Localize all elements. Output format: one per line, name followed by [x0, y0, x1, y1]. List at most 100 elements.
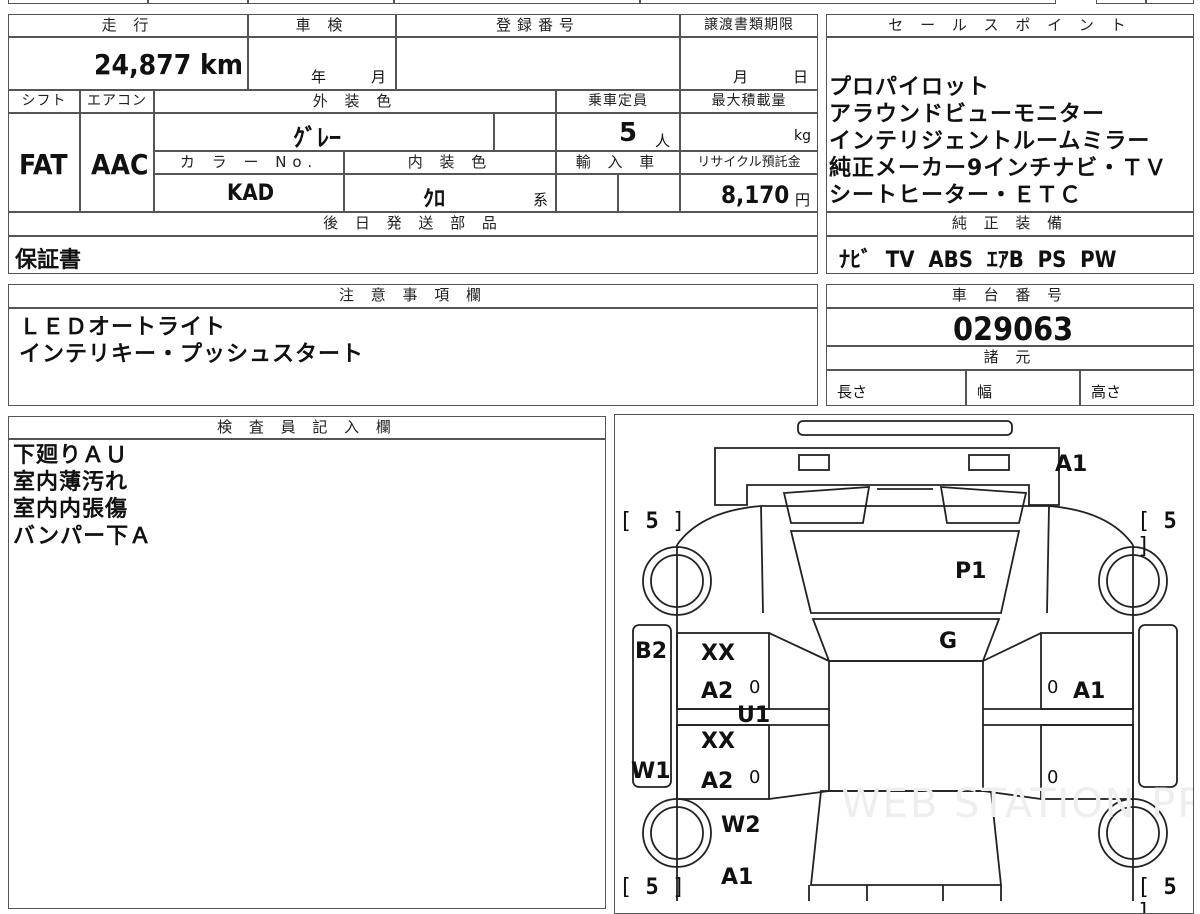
interior-color-header: 内 装 色	[344, 151, 556, 174]
tire-mark-value: 5	[645, 875, 659, 900]
code-left-center: U1	[737, 703, 771, 728]
aircon-cell: AAC	[80, 113, 154, 212]
tire-mark-front-right: [ 5 ]	[1137, 509, 1177, 559]
capacity-value: 5	[619, 118, 638, 148]
color-no-cell: KAD	[154, 174, 344, 212]
standard-equipment-header: 純 正 装 備	[826, 212, 1194, 236]
inspector-item: 下廻りＡＵ	[13, 443, 129, 468]
zero-mark: 0	[1047, 767, 1059, 788]
exterior-color-value: ｸﾞﾚｰ	[293, 124, 341, 152]
code-left-fender: B2	[635, 639, 668, 664]
zero-mark: 0	[1047, 677, 1059, 698]
month-unit: 月	[371, 68, 387, 86]
tire-mark-value: 5	[1163, 509, 1177, 534]
code-left-front-door-1: XX	[701, 641, 735, 666]
sales-point-list: プロパイロット アラウンドビューモニター インテリジェントルームミラー 純正メー…	[829, 74, 1167, 209]
recycle-amount: 8,170	[721, 181, 790, 209]
sales-point-header: セ ー ル ス ポ イ ン ト	[826, 14, 1194, 37]
code-left-rear-door-1: XX	[701, 729, 735, 754]
aircon-header: エアコン	[80, 90, 154, 113]
specs-header: 諸 元	[826, 346, 1194, 370]
recycle-cell: 8,170 円	[680, 174, 818, 212]
mileage-value: 24,877 km	[94, 48, 243, 81]
code-front-bumper: A1	[1055, 452, 1088, 477]
code-windshield: G	[939, 629, 958, 654]
tire-mark-front-left: [ 5 ]	[619, 509, 686, 534]
exterior-color-header: 外 装 色	[154, 90, 556, 113]
mileage-cell: 24,877 km	[8, 37, 248, 90]
notes-item: ＬＥＤオートライト	[19, 315, 227, 340]
cut-cell	[394, 0, 640, 4]
interior-color-cell: ｸﾛ 系	[344, 174, 556, 212]
car-diagram: WEB STATION PRO [ 5 ] [ 5 ] [ 5 ] [ 5 ] …	[614, 414, 1194, 914]
transfer-deadline-cell: 月 日	[680, 37, 818, 90]
tire-mark-rear-right: [ 5 ]	[1137, 875, 1177, 914]
tire-mark-value: 5	[645, 509, 659, 534]
shift-cell: FAT	[8, 113, 80, 212]
inspector-item: バンパー下Ａ	[13, 524, 153, 549]
inspection-cell: 年 月	[248, 37, 396, 90]
chassis-cell: 029063	[826, 308, 1194, 348]
interior-suffix: 系	[533, 191, 549, 209]
tire-mark-value: 5	[1163, 875, 1177, 900]
max-load-header: 最大積載量	[680, 90, 818, 113]
import-header: 輸 入 車	[556, 151, 680, 174]
inspection-header: 車 検	[248, 14, 396, 37]
transfer-deadline-header: 譲渡書類期限	[680, 14, 818, 37]
height-label: 高さ	[1091, 383, 1122, 401]
import-cell-2	[618, 174, 680, 212]
cut-cell	[640, 0, 1056, 4]
exterior-color-cell: ｸﾞﾚｰ	[154, 113, 494, 152]
standard-equipment-value: ﾅﾋﾞ TV ABS ｴｱB PS PW	[839, 248, 1117, 273]
width-cell: 幅	[966, 370, 1080, 406]
notes-item: インテリキー・プッシュスタート	[19, 342, 365, 367]
shift-header: シフト	[8, 90, 80, 113]
watermark: WEB STATION PRO	[841, 781, 1193, 827]
inspector-item: 室内内張傷	[13, 497, 129, 522]
code-rear-bumper: A1	[721, 865, 754, 890]
code-hood: P1	[955, 559, 987, 584]
inspector-item: 室内薄汚れ	[13, 470, 129, 495]
standard-equipment-cell: ﾅﾋﾞ TV ABS ｴｱB PS PW	[826, 236, 1194, 274]
shift-value: FAT	[19, 148, 68, 181]
chassis-header: 車 台 番 号	[826, 284, 1194, 308]
inspector-header: 検 査 員 記 入 欄	[8, 416, 606, 439]
aircon-value: AAC	[91, 148, 149, 181]
cut-cell	[1096, 0, 1194, 4]
max-load-unit: kg	[794, 128, 811, 144]
import-cell-1	[556, 174, 618, 212]
capacity-unit: 人	[655, 132, 671, 150]
sales-point-item: インテリジェントルームミラー	[829, 129, 1151, 154]
sales-point-item: アラウンドビューモニター	[829, 102, 1106, 127]
interior-color-value: ｸﾛ	[423, 187, 446, 212]
later-parts-value: 保証書	[15, 248, 82, 273]
color-no-value: KAD	[227, 181, 275, 206]
zero-mark: 0	[749, 677, 761, 698]
notes-list: ＬＥＤオートライト インテリキー・プッシュスタート	[19, 314, 364, 368]
code-left-rear-door-2: A2	[701, 769, 734, 794]
cut-cell	[148, 0, 248, 4]
code-left-front-door-2: A2	[701, 679, 734, 704]
later-parts-cell: 保証書	[8, 236, 818, 274]
sales-point-item: シートヒーター・ＥＴＣ	[829, 183, 1083, 208]
zero-mark: 0	[749, 767, 761, 788]
max-load-cell: kg	[680, 113, 818, 151]
registration-header: 登録番号	[396, 14, 680, 37]
color-no-header: カ ラ ー No.	[154, 151, 344, 174]
capacity-cell: 5 人	[556, 113, 680, 151]
tire-mark-rear-left: [ 5 ]	[619, 875, 686, 900]
capacity-header: 乗車定員	[556, 90, 680, 113]
notes-header: 注 意 事 項 欄	[8, 284, 818, 308]
sales-point-body: プロパイロット アラウンドビューモニター インテリジェントルームミラー 純正メー…	[826, 37, 1194, 212]
sales-point-item: プロパイロット	[829, 75, 991, 100]
code-right-front-door: A1	[1073, 679, 1106, 704]
width-label: 幅	[977, 383, 993, 401]
length-cell: 長さ	[826, 370, 966, 406]
recycle-header: リサイクル預託金	[680, 151, 818, 174]
notes-body: ＬＥＤオートライト インテリキー・プッシュスタート	[8, 308, 818, 406]
code-left-rear-fender: W2	[721, 813, 761, 838]
code-left-sill: W1	[631, 759, 671, 784]
inspector-body: 下廻りＡＵ 室内薄汚れ 室内内張傷 バンパー下Ａ	[8, 439, 606, 909]
exterior-extra-cell	[494, 113, 556, 151]
transfer-month: 月	[733, 68, 749, 86]
